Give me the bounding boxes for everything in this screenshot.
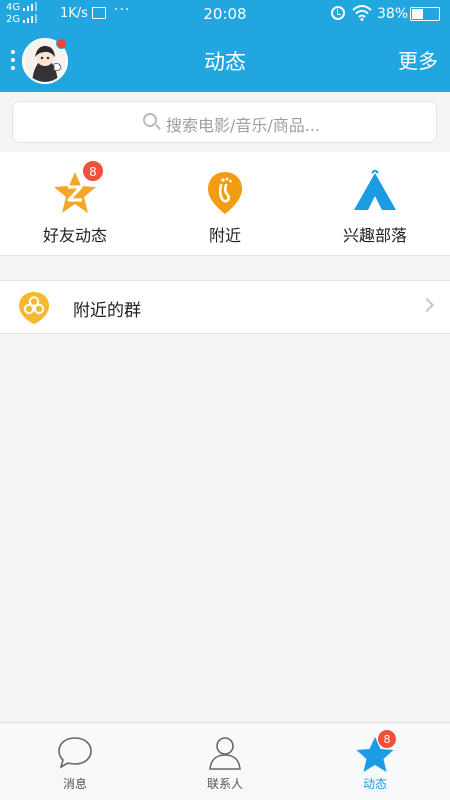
tab-contacts[interactable]: 联系人 <box>150 723 300 800</box>
bottom-tab-bar: 消息 联系人 8 动态 <box>0 722 450 800</box>
list-item-nearby-groups[interactable]: 附近的群 <box>0 280 450 334</box>
message-bubble-icon <box>58 737 92 769</box>
feature-shortcuts: 8 好友动态 附近 兴趣部落 <box>0 152 450 256</box>
shortcut-label: 好友动态 <box>42 226 107 245</box>
alarm-icon <box>331 6 345 20</box>
feed-tab-badge: 8 <box>377 729 397 749</box>
page-title: 动态 <box>204 50 246 74</box>
list-item-label: 附近的群 <box>73 301 141 321</box>
tab-feed[interactable]: 8 动态 <box>300 723 450 800</box>
search-area: 搜索电影/音乐/商品... <box>0 92 450 152</box>
battery-percent: 38% <box>377 6 409 22</box>
shortcut-label: 兴趣部落 <box>342 226 407 245</box>
title-bar: 动态 更多 <box>0 28 450 92</box>
shortcut-friends-feed[interactable]: 8 好友动态 <box>0 152 150 256</box>
battery-level <box>412 9 423 19</box>
tab-messages[interactable]: 消息 <box>0 723 150 800</box>
tab-label: 联系人 <box>206 777 243 791</box>
search-placeholder: 搜索电影/音乐/商品... <box>166 116 321 135</box>
shortcut-nearby[interactable]: 附近 <box>150 152 300 256</box>
tab-label: 消息 <box>62 777 87 791</box>
chevron-right-icon <box>419 297 435 313</box>
shortcut-interest-tribe[interactable]: 兴趣部落 <box>300 152 450 256</box>
wifi-icon <box>352 5 372 21</box>
tab-label: 动态 <box>362 777 387 791</box>
search-input[interactable]: 搜索电影/音乐/商品... <box>12 101 437 143</box>
contacts-person-icon <box>209 737 241 770</box>
search-icon <box>143 113 157 127</box>
status-bar: 4G 2G 1K/s ··· 20:08 38% <box>0 0 450 28</box>
friends-feed-badge: 8 <box>82 160 104 182</box>
battery-icon <box>410 7 440 21</box>
nearby-groups-icon <box>19 292 49 324</box>
more-button[interactable]: 更多 <box>398 45 438 74</box>
nearby-footprint-icon <box>208 172 242 214</box>
shortcut-label: 附近 <box>208 226 241 245</box>
tribe-tent-icon <box>354 170 396 210</box>
